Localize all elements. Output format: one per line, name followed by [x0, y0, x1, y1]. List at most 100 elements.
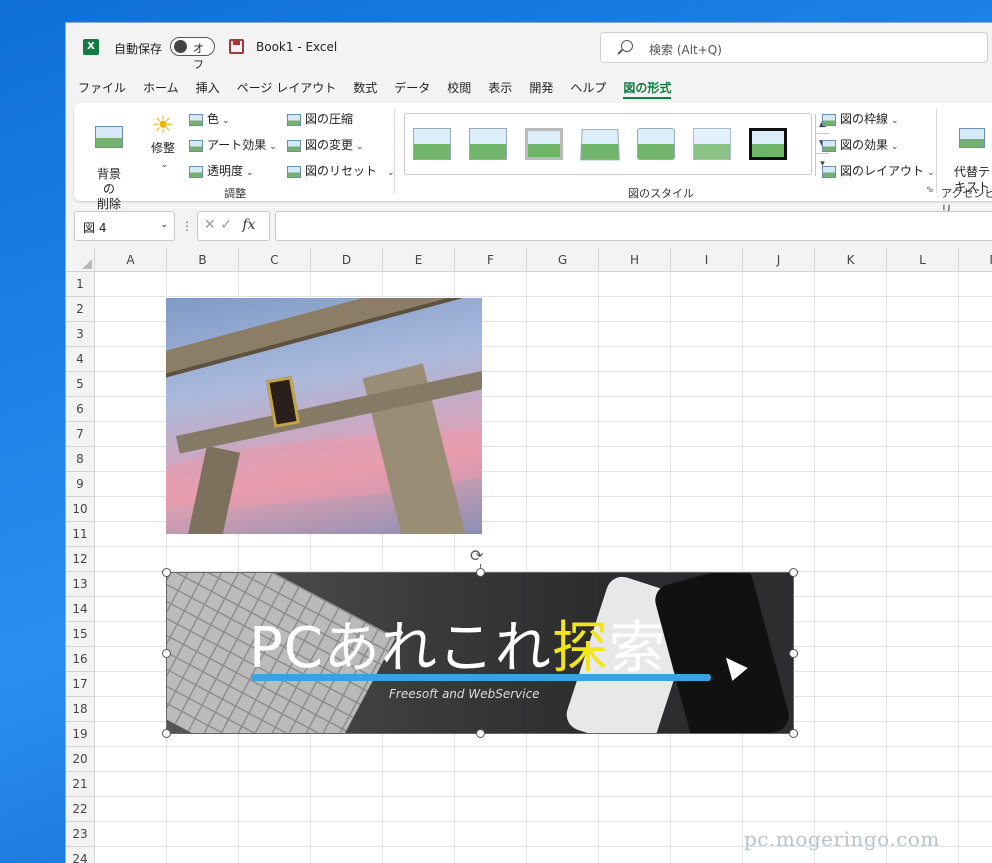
tab-home[interactable]: ホーム: [143, 79, 179, 99]
row-header[interactable]: 12: [66, 547, 94, 572]
color-button[interactable]: 色 ⌄: [189, 110, 230, 127]
insert-function-button[interactable]: fx: [242, 217, 255, 233]
transparency-button[interactable]: 透明度 ⌄: [189, 162, 254, 179]
column-header[interactable]: D: [311, 248, 383, 272]
torii-gate-picture[interactable]: [166, 298, 482, 534]
chevron-down-icon: ⌄: [891, 142, 899, 152]
transparency-label: 透明度: [207, 164, 244, 178]
tab-help[interactable]: ヘルプ: [570, 79, 606, 99]
picture-style-6[interactable]: [693, 128, 731, 160]
formula-input[interactable]: [275, 211, 992, 241]
enter-icon[interactable]: ✓: [220, 217, 232, 233]
alt-text-button[interactable]: 代替テ キスト: [954, 113, 990, 195]
row-header[interactable]: 7: [66, 422, 94, 447]
row-header[interactable]: 11: [66, 522, 94, 547]
resize-handle-bottom-right[interactable]: [789, 729, 798, 738]
picture-style-7[interactable]: [749, 128, 787, 160]
column-header[interactable]: J: [743, 248, 815, 272]
tab-page-layout[interactable]: ページ レイアウト: [237, 79, 337, 99]
resize-handle-bottom[interactable]: [476, 729, 485, 738]
row-header[interactable]: 20: [66, 747, 94, 772]
picture-style-5[interactable]: [637, 128, 675, 160]
rotate-handle-icon[interactable]: ⟳: [470, 546, 483, 565]
picture-styles-group-label: 図のスタイル: [628, 187, 694, 200]
dialog-launcher-icon[interactable]: ⬂: [926, 185, 934, 195]
resize-handle-left[interactable]: [162, 649, 171, 658]
resize-handle-bottom-left[interactable]: [162, 729, 171, 738]
black-phone-graphic: [651, 573, 793, 733]
save-icon[interactable]: [229, 39, 244, 54]
resize-handle-top[interactable]: [476, 568, 485, 577]
row-header[interactable]: 21: [66, 772, 94, 797]
row-header[interactable]: 1: [66, 272, 94, 297]
tab-view[interactable]: 表示: [488, 79, 512, 99]
row-header[interactable]: 13: [66, 572, 94, 597]
column-header[interactable]: G: [527, 248, 599, 272]
row-header[interactable]: 23: [66, 822, 94, 847]
row-header[interactable]: 2: [66, 297, 94, 322]
tab-picture-format[interactable]: 図の形式: [623, 79, 672, 99]
compress-pictures-button[interactable]: 図の圧縮: [287, 110, 353, 127]
headline-main: PCあれこれ: [249, 616, 552, 681]
picture-effects-button[interactable]: 図の効果 ⌄: [822, 136, 899, 153]
autosave-toggle[interactable]: オフ: [170, 37, 215, 71]
artistic-effects-button[interactable]: アート効果 ⌄: [189, 136, 277, 153]
document-title: Book1 - Excel: [256, 40, 338, 54]
change-picture-button[interactable]: 図の変更 ⌄: [287, 136, 364, 153]
name-box[interactable]: 図 4 ⌄: [74, 211, 175, 241]
resize-handle-right[interactable]: [789, 649, 798, 658]
resize-handle-top-right[interactable]: [789, 568, 798, 577]
column-header[interactable]: K: [815, 248, 887, 272]
column-header[interactable]: L: [887, 248, 959, 272]
resize-handle-top-left[interactable]: [162, 568, 171, 577]
tab-file[interactable]: ファイル: [78, 79, 126, 99]
worksheet-grid[interactable]: A B C D E F G H I J K L M 1 2 3 4 5 6 7 …: [66, 248, 992, 863]
tab-insert[interactable]: 挿入: [196, 79, 220, 99]
column-header[interactable]: E: [383, 248, 455, 272]
row-header[interactable]: 18: [66, 697, 94, 722]
column-header[interactable]: H: [599, 248, 671, 272]
row-header[interactable]: 17: [66, 672, 94, 697]
row-header[interactable]: 6: [66, 397, 94, 422]
row-header[interactable]: 19: [66, 722, 94, 747]
banner-picture[interactable]: PCあれこれ探索 Freesoft and WebService: [166, 572, 794, 734]
tab-data[interactable]: データ: [394, 79, 430, 99]
row-header[interactable]: 4: [66, 347, 94, 372]
more-icon[interactable]: ⋮: [181, 219, 193, 233]
row-header[interactable]: 16: [66, 647, 94, 672]
tab-developer[interactable]: 開発: [529, 79, 553, 99]
remove-background-button[interactable]: 背景の 削除: [92, 111, 126, 212]
tab-review[interactable]: 校閲: [447, 79, 471, 99]
picture-style-3[interactable]: [525, 128, 563, 160]
row-header[interactable]: 9: [66, 472, 94, 497]
artistic-effects-icon: [189, 139, 203, 152]
column-header[interactable]: M: [959, 248, 992, 272]
picture-border-button[interactable]: 図の枠線 ⌄: [822, 110, 899, 127]
column-header[interactable]: B: [167, 248, 239, 272]
picture-style-4[interactable]: [580, 128, 620, 161]
column-header[interactable]: I: [671, 248, 743, 272]
autosave-label: 自動保存: [114, 42, 163, 56]
picture-styles-gallery: ▲ ▼ ▾: [404, 113, 829, 176]
row-header[interactable]: 8: [66, 447, 94, 472]
corrections-button[interactable]: ☀ 修整 ⌄: [148, 111, 178, 170]
cancel-icon[interactable]: ✕: [204, 217, 216, 233]
row-header[interactable]: 22: [66, 797, 94, 822]
row-header[interactable]: 3: [66, 322, 94, 347]
row-header[interactable]: 14: [66, 597, 94, 622]
reset-picture-button[interactable]: 図のリセット ⌄: [287, 162, 395, 179]
excel-window: X 自動保存 オフ Book1 - Excel 検索 (Alt+Q) ファイル …: [65, 22, 992, 863]
column-header[interactable]: C: [239, 248, 311, 272]
column-header[interactable]: F: [455, 248, 527, 272]
picture-style-1[interactable]: [413, 128, 451, 160]
picture-layout-button[interactable]: 図のレイアウト ⌄: [822, 162, 935, 179]
search-box[interactable]: 検索 (Alt+Q): [600, 32, 988, 63]
select-all-button[interactable]: [66, 248, 95, 272]
row-header[interactable]: 15: [66, 622, 94, 647]
row-header[interactable]: 5: [66, 372, 94, 397]
row-header[interactable]: 10: [66, 497, 94, 522]
row-header[interactable]: 24: [66, 847, 94, 863]
column-header[interactable]: A: [95, 248, 167, 272]
picture-style-2[interactable]: [469, 128, 507, 160]
tab-formulas[interactable]: 数式: [353, 79, 377, 99]
